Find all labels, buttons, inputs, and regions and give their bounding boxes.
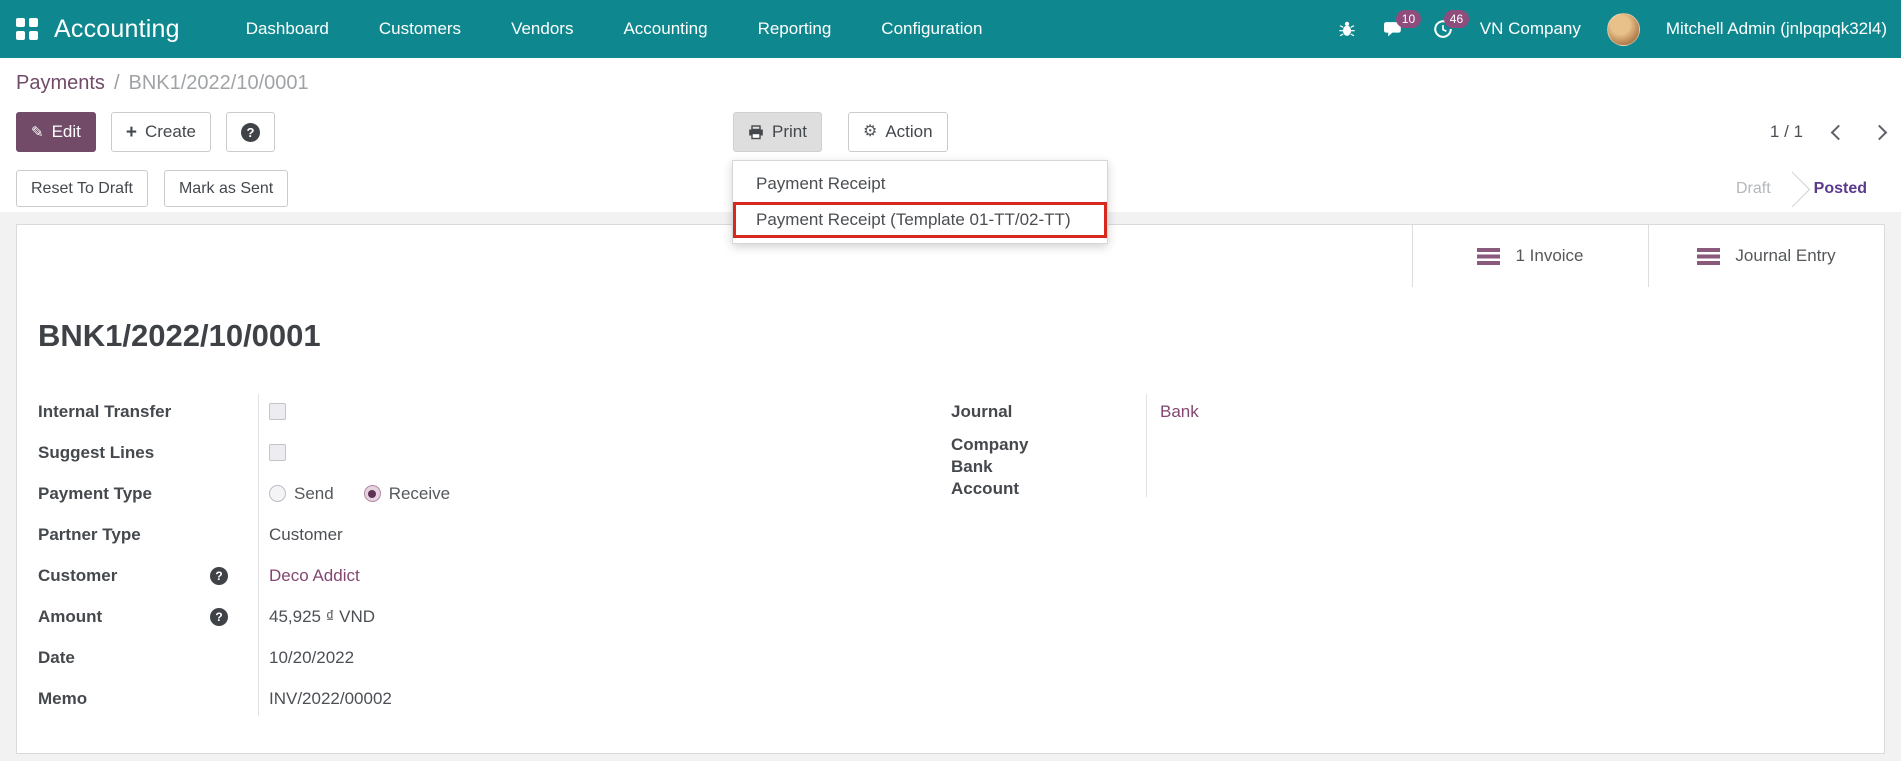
breadcrumb: Payments / BNK1/2022/10/0001 — [16, 58, 309, 108]
field-amount: Amount ? 45,925 ₫ VND — [38, 606, 376, 626]
journal-value-link[interactable]: Bank — [1160, 402, 1199, 422]
help-icon: ? — [241, 122, 261, 142]
printer-icon — [749, 124, 763, 139]
activities-count-badge: 46 — [1443, 10, 1470, 28]
field-partner-type: Partner Type Customer — [38, 524, 343, 544]
status-bar: Draft Posted — [1717, 170, 1885, 208]
journal-entry-stat-button[interactable]: Journal Entry — [1648, 225, 1884, 287]
activities-clock-icon[interactable]: 46 — [1432, 10, 1470, 40]
print-dropdown-menu: Payment Receipt Payment Receipt (Templat… — [732, 160, 1108, 244]
help-button[interactable]: ? — [226, 112, 276, 152]
menu-item-payment-receipt[interactable]: Payment Receipt — [733, 166, 1107, 202]
pager-previous-icon[interactable] — [1830, 124, 1847, 140]
systray: 10 46 VN Company Mitchell Admin (jnlpqpq… — [1336, 10, 1887, 46]
gear-icon: ⚙ — [862, 123, 878, 140]
top-navbar: Accounting Dashboard Customers Vendors A… — [0, 0, 1901, 58]
debug-bug-icon[interactable] — [1336, 18, 1358, 40]
payment-type-send-radio[interactable] — [269, 485, 286, 502]
pencil-icon: ✎ — [31, 124, 44, 141]
print-button[interactable]: Print — [733, 112, 822, 152]
field-suggest-lines: Suggest Lines — [38, 432, 658, 473]
field-internal-transfer: Internal Transfer — [38, 391, 658, 432]
menu-configuration[interactable]: Configuration — [879, 13, 984, 45]
field-customer: Customer ? Deco Addict — [38, 565, 360, 586]
pager-counter: 1 / 1 — [1769, 122, 1803, 141]
suggest-lines-checkbox[interactable] — [269, 444, 286, 461]
form-sheet: 1 Invoice Journal Entry BNK1/2022/10/000… — [16, 224, 1885, 754]
breadcrumb-separator: / — [113, 71, 120, 94]
bars-icon — [1697, 247, 1721, 265]
field-date: Date 10/20/2022 — [38, 647, 355, 667]
apps-menu-icon[interactable] — [16, 18, 38, 40]
control-panel: ✎ Edit + Create ? Print ⚙ Action 1 / 1 — [0, 112, 1901, 154]
menu-vendors[interactable]: Vendors — [509, 13, 575, 45]
mark-as-sent-button[interactable]: Mark as Sent — [163, 170, 289, 207]
action-button[interactable]: ⚙ Action — [847, 112, 948, 152]
amount-help-icon[interactable]: ? — [210, 607, 228, 626]
menu-reporting[interactable]: Reporting — [756, 13, 834, 45]
plus-icon: + — [125, 121, 137, 143]
field-journal: Journal Bank — [951, 401, 1199, 422]
invoice-stat-button[interactable]: 1 Invoice — [1412, 225, 1648, 287]
stat-buttons: 1 Invoice Journal Entry — [1412, 225, 1884, 287]
menu-item-payment-receipt-template[interactable]: Payment Receipt (Template 01-TT/02-TT) — [733, 202, 1107, 238]
field-payment-type: Payment Type Send Receive — [38, 483, 451, 503]
pager: 1 / 1 — [1769, 112, 1888, 152]
create-button[interactable]: + Create — [110, 112, 212, 152]
app-title[interactable]: Accounting — [54, 15, 180, 44]
company-switcher[interactable]: VN Company — [1480, 19, 1581, 39]
partner-type-value: Customer — [269, 524, 343, 544]
menu-customers[interactable]: Customers — [377, 13, 463, 45]
bars-icon — [1477, 247, 1501, 265]
messages-icon[interactable]: 10 — [1384, 10, 1422, 40]
memo-value: INV/2022/00002 — [269, 688, 392, 708]
edit-button[interactable]: ✎ Edit — [16, 112, 96, 152]
right-field-column: Journal Bank Company Bank Account — [951, 391, 1391, 500]
menu-dashboard[interactable]: Dashboard — [244, 13, 331, 45]
nav-menus: Dashboard Customers Vendors Accounting R… — [244, 13, 985, 45]
internal-transfer-checkbox[interactable] — [269, 403, 286, 420]
left-field-column: Internal Transfer Suggest Lines Payment … — [38, 391, 658, 719]
pager-next-icon[interactable] — [1871, 124, 1888, 140]
reset-to-draft-button[interactable]: Reset To Draft — [16, 170, 148, 207]
user-avatar[interactable] — [1606, 12, 1640, 46]
field-memo: Memo INV/2022/00002 — [38, 688, 392, 708]
field-company-bank-account: Company Bank Account — [951, 435, 1029, 498]
date-value: 10/20/2022 — [269, 647, 355, 667]
status-arrow-icon — [1774, 171, 1810, 207]
amount-value: 45,925 ₫ VND — [269, 606, 376, 626]
messages-count-badge: 10 — [1395, 10, 1422, 28]
breadcrumb-payments-link[interactable]: Payments — [16, 72, 105, 95]
customer-help-icon[interactable]: ? — [210, 566, 228, 585]
menu-accounting[interactable]: Accounting — [621, 13, 709, 45]
payment-type-receive-radio[interactable] — [363, 485, 381, 502]
customer-value-link[interactable]: Deco Addict — [269, 566, 360, 586]
user-menu[interactable]: Mitchell Admin (jnlpqpqk32l4) — [1666, 19, 1887, 39]
breadcrumb-current: BNK1/2022/10/0001 — [128, 71, 309, 94]
record-title: BNK1/2022/10/0001 — [38, 318, 321, 353]
